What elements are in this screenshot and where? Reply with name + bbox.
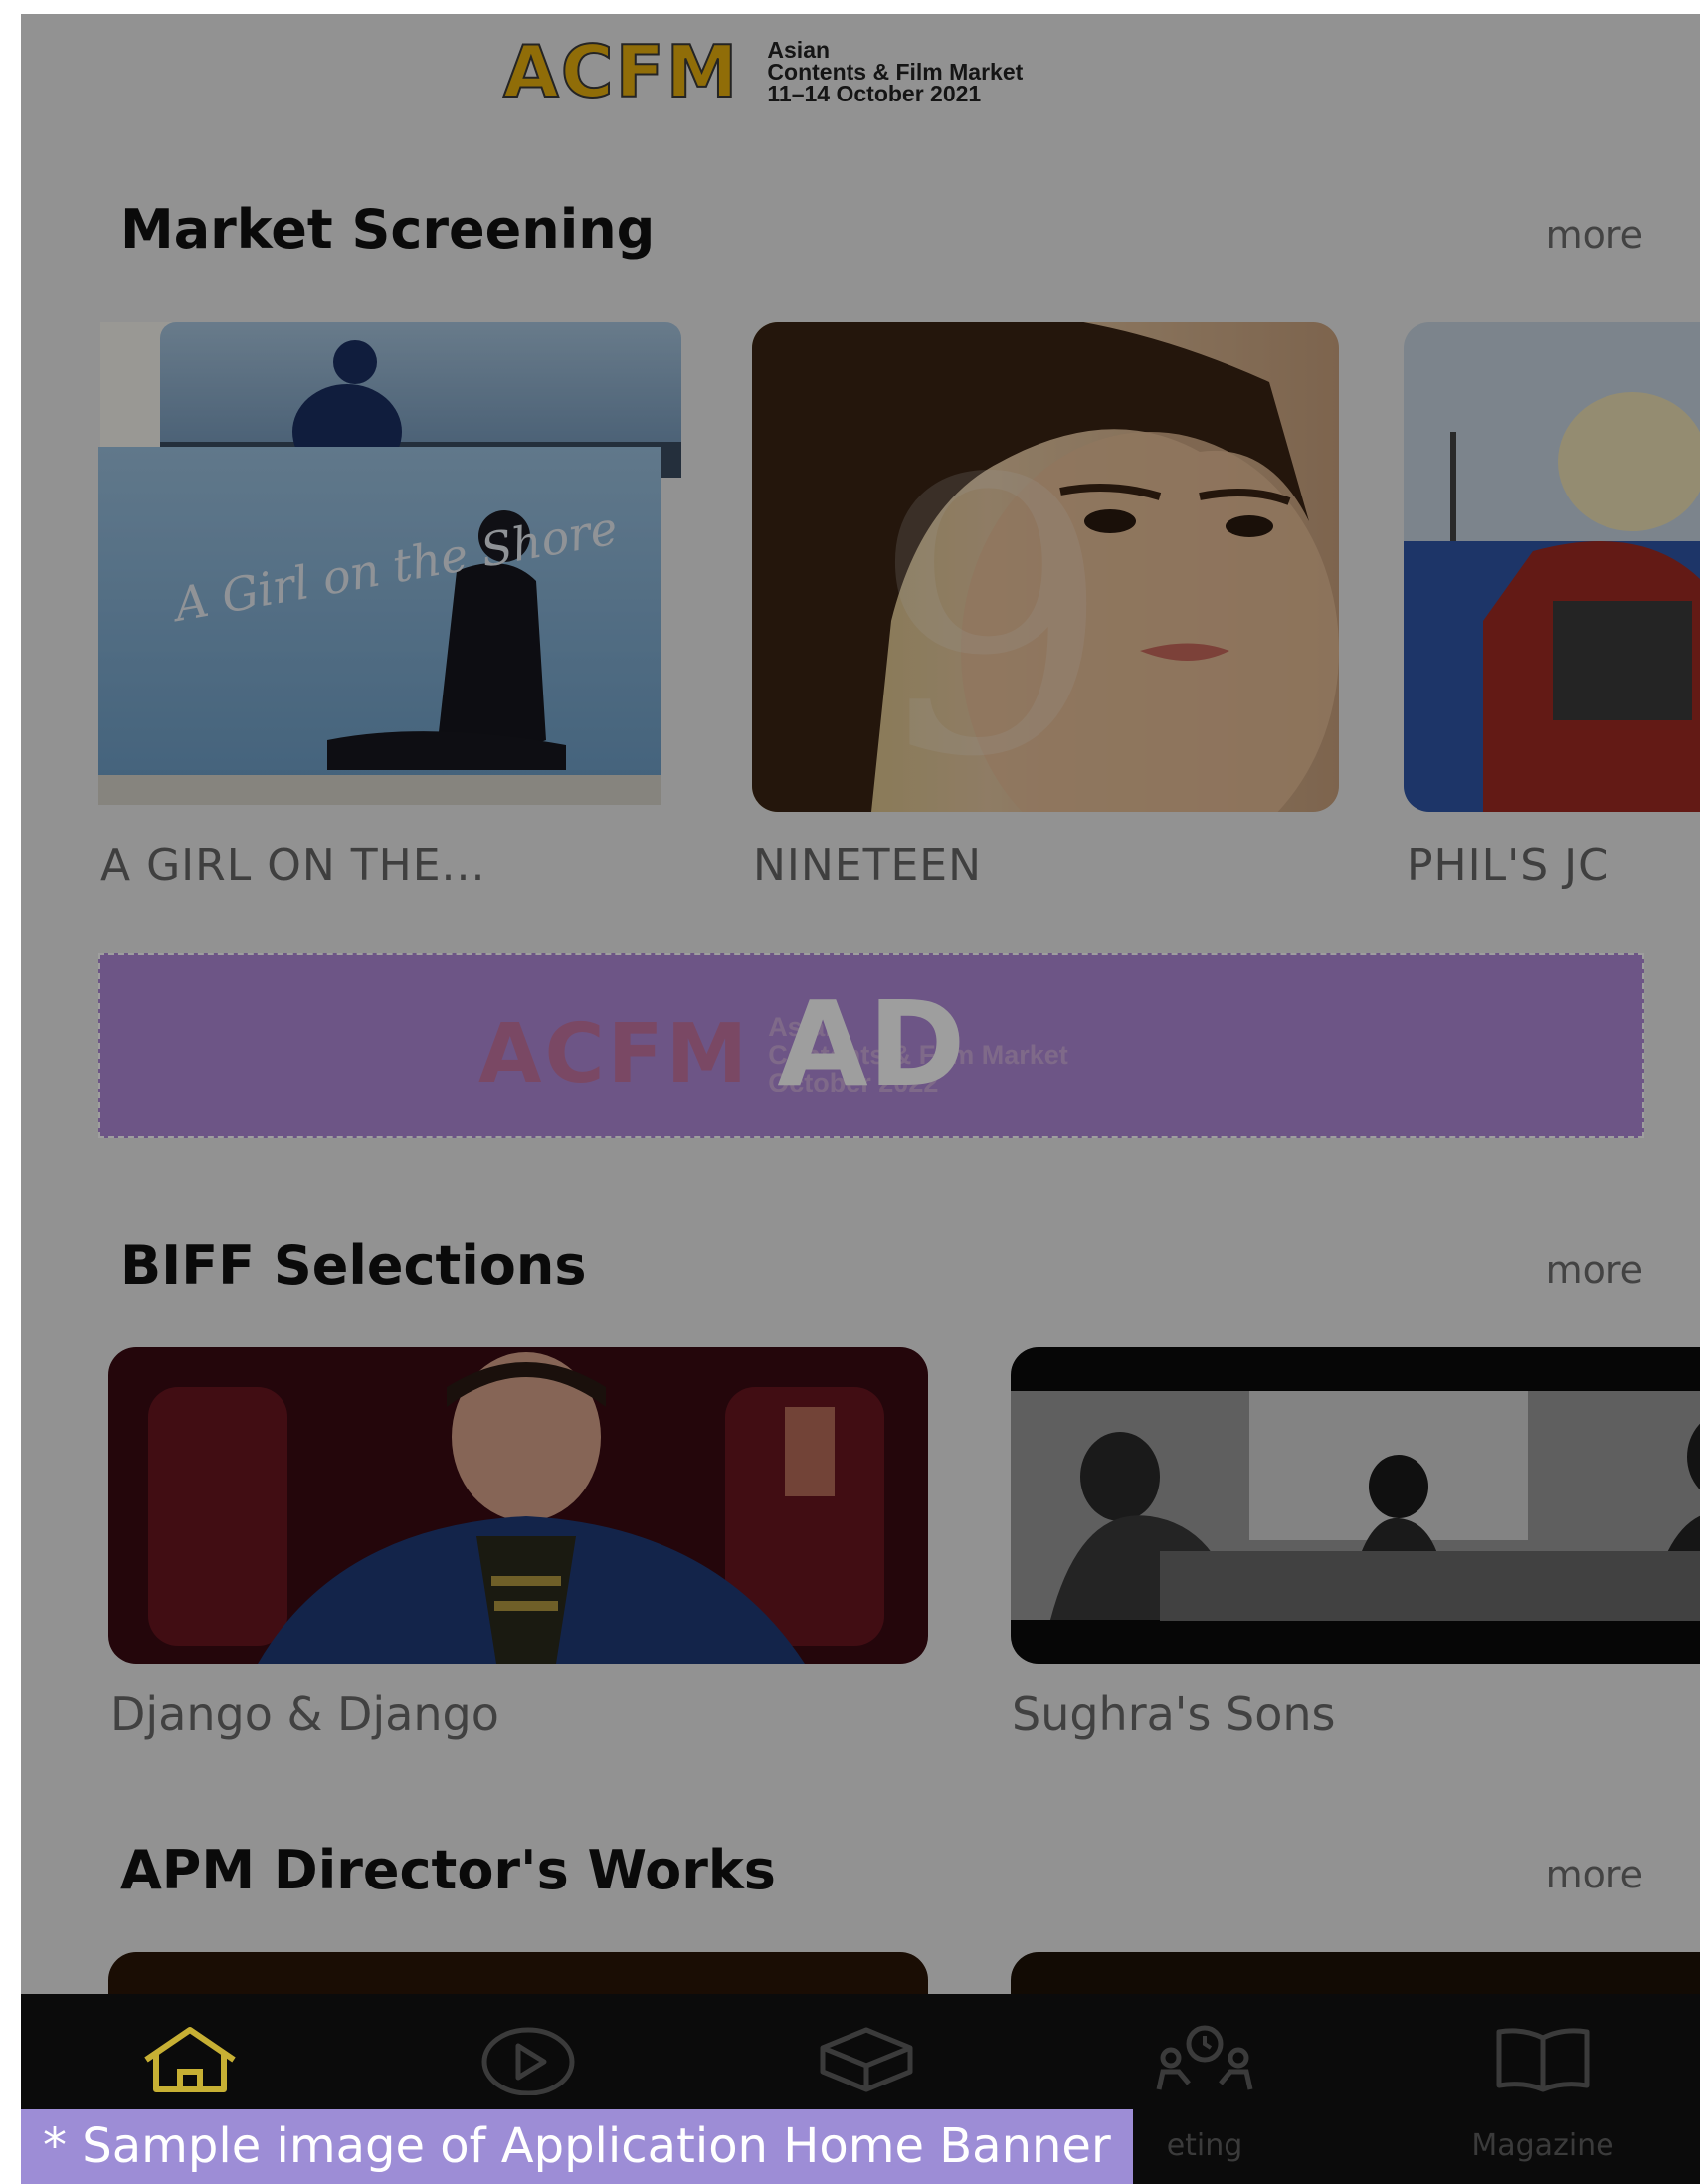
book-icon (1496, 2028, 1590, 2092)
film-still-image (108, 1347, 928, 1664)
home-icon (144, 2027, 236, 2092)
nav-label-magazine: Magazine (1471, 2128, 1614, 2163)
logo-mark: ACFM (502, 30, 740, 113)
film-card-sughras-sons[interactable] (1011, 1347, 1700, 1664)
film-title: Sughra's Sons (1012, 1688, 1336, 1741)
poster-image: A Girl on the Shore (98, 322, 681, 805)
logo-line-3: 11–14 October 2021 (767, 81, 982, 106)
more-link-apm-directors-works[interactable]: more (1546, 1853, 1643, 1896)
section-title-market-screening: Market Screening (120, 198, 656, 261)
acfm-logo[interactable]: ACFM Asian Contents & Film Market 11–14 … (502, 30, 1024, 113)
film-card-django-and-django[interactable] (108, 1347, 928, 1664)
film-title: Django & Django (110, 1688, 499, 1741)
poster-title: NINETEEN (753, 840, 982, 891)
more-link-biff-selections[interactable]: more (1546, 1248, 1643, 1291)
logo-text: Asian Contents & Film Market 11–14 Octob… (767, 37, 1024, 106)
meeting-icon (1156, 2025, 1253, 2090)
poster-card-a-girl-on-the-shore[interactable]: A Girl on the Shore (98, 322, 685, 812)
svg-text:9: 9 (871, 399, 1112, 812)
section-title-biff-selections: BIFF Selections (120, 1234, 587, 1296)
poster-image: 9 (752, 322, 1339, 812)
ad-label: AD (777, 975, 966, 1112)
play-icon (481, 2027, 575, 2095)
poster-card-nineteen[interactable]: 9 (752, 322, 1339, 812)
poster-card-phils-journey[interactable] (1404, 322, 1700, 812)
poster-title: A GIRL ON THE... (100, 840, 486, 891)
app-screen: ACFM Asian Contents & Film Market 11–14 … (21, 14, 1700, 2184)
box-icon (820, 2027, 913, 2092)
poster-title: PHIL'S JC (1407, 840, 1609, 891)
poster-image (1404, 322, 1700, 812)
logo-line-2: Contents & Film Market (767, 59, 1024, 85)
film-still-image (1011, 1347, 1700, 1664)
nav-item-magazine[interactable]: Magazine (1374, 1994, 1700, 2184)
sample-image-caption: * Sample image of Application Home Banne… (21, 2109, 1133, 2184)
section-title-apm-directors-works: APM Director's Works (120, 1839, 776, 1901)
ad-banner[interactable]: ACFM Asian Contents & Film Market Octobe… (98, 953, 1644, 1138)
logo-line-1: Asian (767, 37, 831, 63)
more-link-market-screening[interactable]: more (1546, 213, 1643, 257)
